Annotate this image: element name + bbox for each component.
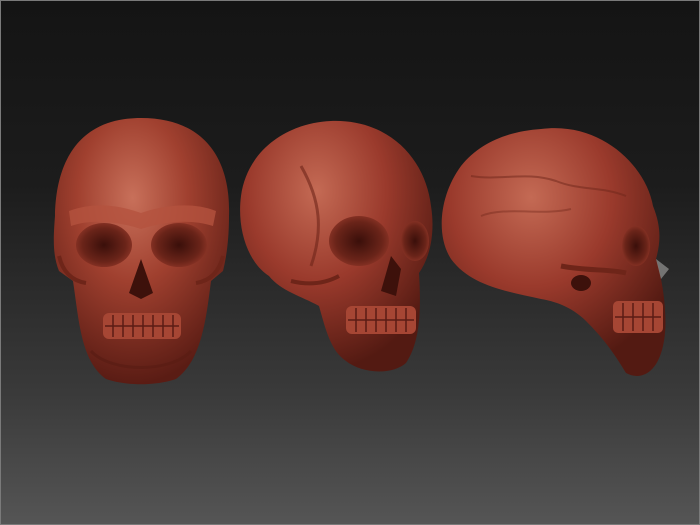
skull-front-view [53, 118, 230, 385]
skull-renders [53, 118, 669, 385]
render-viewport [0, 0, 700, 525]
skull-three-quarter-view [240, 120, 433, 372]
skull-side-view [441, 128, 669, 376]
